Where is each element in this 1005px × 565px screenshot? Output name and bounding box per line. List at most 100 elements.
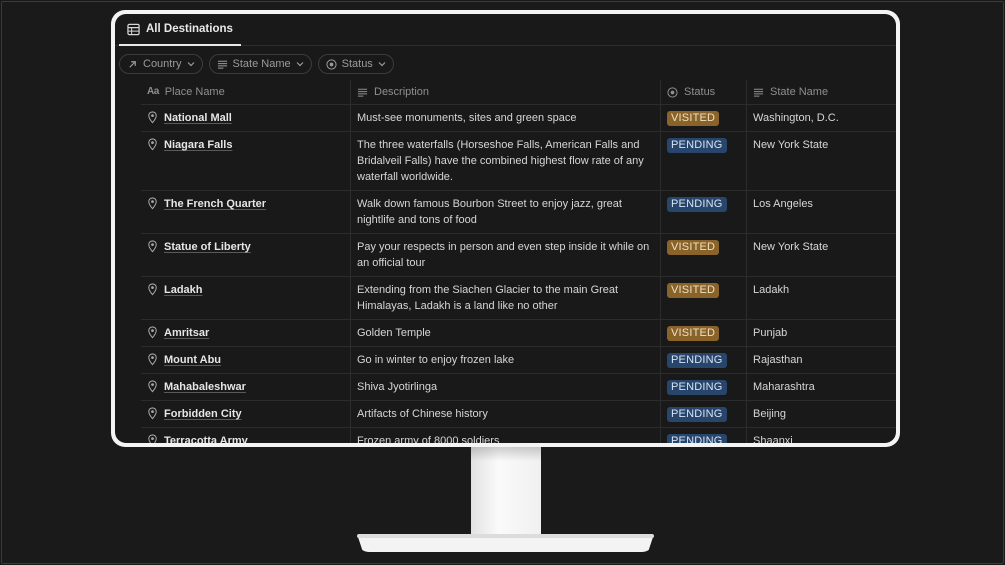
cell-status[interactable]: PENDING	[661, 132, 747, 190]
state-name-text: New York State	[753, 241, 829, 253]
table-row[interactable]: Mount Abu Go in winter to enjoy frozen la…	[141, 347, 896, 374]
state-name-text: Maharashtra	[753, 381, 815, 393]
cell-state-name[interactable]: Rajasthan	[747, 347, 896, 373]
state-name-text: Los Angeles	[753, 198, 813, 210]
cell-description[interactable]: Pay your respects in person and even ste…	[351, 234, 661, 276]
cell-status[interactable]: PENDING	[661, 428, 747, 443]
cell-place-name[interactable]: Mahabaleshwar	[141, 374, 351, 400]
place-name-link[interactable]: Terracotta Army	[164, 433, 248, 443]
cell-description[interactable]: Extending from the Siachen Glacier to th…	[351, 277, 661, 319]
tab-all-destinations[interactable]: All Destinations	[119, 14, 241, 46]
state-name-text: Washington, D.C.	[753, 112, 839, 124]
cell-place-name[interactable]: National Mall	[141, 105, 351, 131]
table-row[interactable]: Forbidden City Artifacts of Chinese histo…	[141, 401, 896, 428]
destinations-table: Aa Place Name Description Status State N…	[141, 80, 896, 443]
place-name-link[interactable]: Mahabaleshwar	[164, 379, 246, 395]
column-label: State Name	[770, 86, 829, 98]
cell-state-name[interactable]: Maharashtra	[747, 374, 896, 400]
filter-state-name[interactable]: State Name	[208, 54, 312, 74]
place-name-link[interactable]: Amritsar	[164, 325, 209, 341]
cell-place-name[interactable]: The French Quarter	[141, 191, 351, 233]
lines-icon	[753, 88, 764, 97]
cell-status[interactable]: VISITED	[661, 234, 747, 276]
status-badge: PENDING	[667, 197, 727, 212]
column-header-status[interactable]: Status	[661, 80, 747, 104]
filter-country[interactable]: Country	[119, 54, 203, 74]
table-row[interactable]: National Mall Must-see monuments, sites a…	[141, 105, 896, 132]
cell-place-name[interactable]: Statue of Liberty	[141, 234, 351, 276]
cell-description[interactable]: Must-see monuments, sites and green spac…	[351, 105, 661, 131]
cell-state-name[interactable]: Washington, D.C.	[747, 105, 896, 131]
table-row[interactable]: Mahabaleshwar Shiva Jyotirlinga PENDING Mah…	[141, 374, 896, 401]
cell-description[interactable]: Go in winter to enjoy frozen lake	[351, 347, 661, 373]
cell-description[interactable]: Shiva Jyotirlinga	[351, 374, 661, 400]
table-row[interactable]: Ladakh Extending from the Siachen Glacier…	[141, 277, 896, 320]
map-pin-icon	[148, 434, 157, 443]
cell-state-name[interactable]: Punjab	[747, 320, 896, 346]
status-badge: VISITED	[667, 283, 720, 298]
place-name-link[interactable]: Niagara Falls	[164, 137, 232, 153]
monitor-stand-base-edge	[357, 534, 654, 538]
place-name-link[interactable]: Forbidden City	[164, 406, 242, 422]
description-text: Walk down famous Bourbon Street to enjoy…	[357, 198, 622, 226]
description-text: Pay your respects in person and even ste…	[357, 241, 650, 269]
description-text: Frozen army of 8000 soldiers	[357, 435, 500, 443]
cell-place-name[interactable]: Terracotta Army	[141, 428, 351, 443]
cell-description[interactable]: Artifacts of Chinese history	[351, 401, 661, 427]
cell-place-name[interactable]: Forbidden City	[141, 401, 351, 427]
table-row[interactable]: The French Quarter Walk down famous Bourb…	[141, 191, 896, 234]
map-pin-icon	[148, 283, 157, 296]
cell-status[interactable]: PENDING	[661, 191, 747, 233]
column-header-place-name[interactable]: Aa Place Name	[141, 80, 351, 104]
place-name-link[interactable]: Statue of Liberty	[164, 239, 251, 255]
cell-state-name[interactable]: New York State	[747, 234, 896, 276]
cell-description[interactable]: Walk down famous Bourbon Street to enjoy…	[351, 191, 661, 233]
cell-place-name[interactable]: Niagara Falls	[141, 132, 351, 190]
cell-state-name[interactable]: Shaanxi	[747, 428, 896, 443]
place-name-link[interactable]: Ladakh	[164, 282, 203, 298]
cell-status[interactable]: VISITED	[661, 105, 747, 131]
status-badge: VISITED	[667, 240, 720, 255]
filter-status[interactable]: Status	[317, 54, 394, 74]
text-type-icon: Aa	[147, 86, 159, 97]
description-text: The three waterfalls (Horseshoe Falls, A…	[357, 139, 644, 183]
table-header: Aa Place Name Description Status State N…	[141, 80, 896, 105]
map-pin-icon	[148, 111, 157, 124]
map-pin-icon	[148, 240, 157, 253]
table-row[interactable]: Terracotta Army Frozen army of 8000 soldi…	[141, 428, 896, 443]
view-tabbar: All Destinations	[115, 14, 896, 46]
state-name-text: New York State	[753, 139, 829, 151]
cell-place-name[interactable]: Ladakh	[141, 277, 351, 319]
description-text: Artifacts of Chinese history	[357, 408, 488, 420]
column-label: Status	[684, 86, 716, 98]
cell-place-name[interactable]: Mount Abu	[141, 347, 351, 373]
cell-description[interactable]: The three waterfalls (Horseshoe Falls, A…	[351, 132, 661, 190]
cell-state-name[interactable]: Ladakh	[747, 277, 896, 319]
description-text: Shiva Jyotirlinga	[357, 381, 438, 393]
cell-status[interactable]: PENDING	[661, 374, 747, 400]
status-badge: PENDING	[667, 380, 727, 395]
cell-status[interactable]: PENDING	[661, 347, 747, 373]
cell-state-name[interactable]: Los Angeles	[747, 191, 896, 233]
monitor-stand-shadow	[471, 447, 541, 461]
table-row[interactable]: Statue of Liberty Pay your respects in pe…	[141, 234, 896, 277]
place-name-link[interactable]: The French Quarter	[164, 196, 266, 212]
cell-description[interactable]: Golden Temple	[351, 320, 661, 346]
table-row[interactable]: Niagara Falls The three waterfalls (Horse…	[141, 132, 896, 191]
chevron-down-icon	[296, 62, 304, 67]
chevron-down-icon	[187, 62, 194, 67]
table-row[interactable]: Amritsar Golden Temple VISITED Punjab	[141, 320, 896, 347]
column-header-state-name[interactable]: State Name	[747, 80, 896, 104]
column-label: Place Name	[164, 86, 225, 98]
cell-place-name[interactable]: Amritsar	[141, 320, 351, 346]
cell-description[interactable]: Frozen army of 8000 soldiers	[351, 428, 661, 443]
cell-status[interactable]: PENDING	[661, 401, 747, 427]
cell-state-name[interactable]: Beijing	[747, 401, 896, 427]
cell-status[interactable]: VISITED	[661, 277, 747, 319]
cell-state-name[interactable]: New York State	[747, 132, 896, 190]
place-name-link[interactable]: Mount Abu	[164, 352, 221, 368]
filter-label: Status	[341, 58, 373, 70]
column-header-description[interactable]: Description	[351, 80, 661, 104]
place-name-link[interactable]: National Mall	[164, 110, 232, 126]
cell-status[interactable]: VISITED	[661, 320, 747, 346]
